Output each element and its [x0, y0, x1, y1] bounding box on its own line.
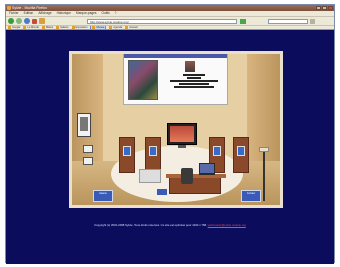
reload-icon[interactable]	[24, 18, 30, 24]
bookmark-icon	[23, 26, 27, 29]
bookmark-icon	[125, 26, 129, 29]
address-bar[interactable]: http://www.sylvie.oneline.org/	[87, 18, 237, 24]
go-button[interactable]	[240, 18, 246, 24]
browser-window: Sylvie - Mozilla Firefox Fichier Edition…	[5, 4, 335, 264]
page-content: Galerie Contact Copyright (c) 2001-2008 …	[6, 30, 334, 264]
tv-screen[interactable]	[167, 123, 197, 148]
bookmark-item[interactable]: Accueil	[125, 26, 138, 29]
bookmark-icon	[56, 26, 60, 29]
door-center-left[interactable]	[145, 137, 161, 173]
bookmark-icon	[71, 26, 75, 29]
nav-sign-right[interactable]: Contact	[241, 190, 261, 202]
bookmark-item[interactable]: Exposition	[71, 26, 87, 29]
bookmark-icon	[8, 26, 11, 29]
minimize-button[interactable]	[316, 6, 321, 10]
virtual-room: Galerie Contact	[69, 51, 283, 208]
stop-icon[interactable]	[32, 18, 37, 24]
artist-poster[interactable]	[123, 53, 228, 105]
maximize-button[interactable]	[322, 6, 327, 10]
bookmark-item[interactable]: Météo	[41, 26, 53, 29]
door-right[interactable]	[233, 137, 249, 173]
brochure[interactable]	[157, 189, 167, 195]
floor-lamp	[259, 147, 269, 201]
bookmark-icon	[109, 26, 113, 29]
page-footer: Copyright (c) 2001-2008 Sylvie. Tous dro…	[6, 223, 334, 227]
close-button[interactable]	[328, 6, 333, 10]
back-icon[interactable]	[8, 18, 14, 24]
bookmark-item[interactable]: Agenda	[109, 26, 122, 29]
side-table	[139, 169, 161, 183]
nav-sign-left[interactable]: Galerie	[93, 190, 113, 202]
wall-frame[interactable]	[83, 157, 93, 165]
computer-monitor[interactable]	[199, 163, 215, 175]
navigation-toolbar: http://www.sylvie.oneline.org/	[6, 16, 334, 25]
search-input[interactable]	[268, 18, 308, 24]
bookmark-icon	[41, 26, 45, 29]
copyright-text: Copyright (c) 2001-2008 Sylvie. Tous dro…	[94, 223, 207, 227]
artist-portrait	[185, 61, 195, 72]
easel-painting[interactable]	[77, 113, 91, 137]
desk	[166, 174, 226, 194]
bookmark-item[interactable]: Le Monde	[23, 26, 39, 29]
home-icon[interactable]	[39, 18, 45, 24]
firefox-icon	[7, 6, 11, 10]
bookmark-icon	[92, 26, 96, 29]
wall-frame[interactable]	[83, 145, 93, 153]
window-title: Sylvie - Mozilla Firefox	[12, 6, 48, 10]
painting-image	[128, 60, 158, 100]
webmaster-link[interactable]: webmaster@sylvie.oneline.org	[208, 223, 246, 227]
bookmark-item[interactable]: Google	[8, 26, 20, 29]
forward-icon[interactable]	[16, 18, 22, 24]
poster-text	[164, 74, 224, 88]
door-left[interactable]	[119, 137, 135, 173]
window-controls	[316, 6, 333, 10]
search-icon[interactable]	[310, 18, 315, 24]
bookmark-item[interactable]: Galerie	[56, 26, 69, 29]
chair	[181, 168, 193, 184]
poster-header	[124, 54, 227, 58]
